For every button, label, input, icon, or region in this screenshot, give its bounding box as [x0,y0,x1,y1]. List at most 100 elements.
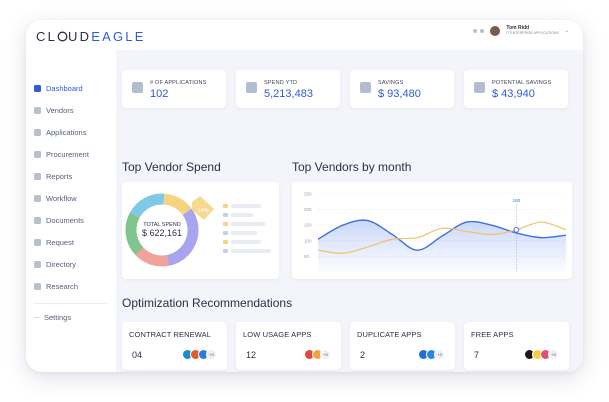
y-tick-label: 50 [304,254,310,259]
sidebar-item-dashboard[interactable]: Dashboard [26,77,116,99]
kpi-spend-ytd[interactable]: SPEND YTD 5,213,483 [236,70,340,108]
section-title-vendor-spend: Top Vendor Spend [122,160,221,174]
legend-swatch [223,222,228,226]
top-bar: CL UDEAGLE Tom Ridd IT ENTERPRISE APPLICA… [26,20,583,50]
sidebar-item-label: Reports [46,171,73,181]
legend-entry [231,231,257,235]
cart-icon [34,150,41,158]
sidebar-item-request[interactable]: Request [26,231,116,253]
sidebar-item-label: Directory [46,259,77,269]
optimization-card-count: 7 [474,350,480,360]
spend-icon [246,82,257,93]
sidebar-item-workflow[interactable]: Workflow [26,187,116,209]
sidebar-item-reports[interactable]: Reports [26,165,116,187]
sidebar-divider [34,303,108,304]
vendors-month-card[interactable]: 250 200 150 100 50 180 [292,182,572,279]
optimization-card-count: 12 [246,350,257,360]
chevron-down-icon[interactable]: ⌄ [565,28,569,34]
optimization-card-free-apps[interactable]: FREE APPS 7 +3 [464,322,569,370]
optimization-card-title: CONTRACT RENEWAL [129,330,212,339]
donut-chart: TOTAL SPEND $ 622,161 14% [125,193,271,267]
legend-swatch [223,231,228,235]
sidebar-item-applications[interactable]: Applications [26,121,116,143]
legend-swatch [223,240,228,244]
sidebar-item-documents[interactable]: Documents [26,209,116,231]
app-icons-group: +3 [418,349,445,360]
sidebar: Dashboard Vendors Applications Procurement R… [26,50,116,372]
optimization-card-title: LOW USAGE APPS [243,330,312,339]
user-menu[interactable]: Tom Ridd IT ENTERPRISE APPLICATIONS ⌄ [473,26,569,36]
section-title-optimization: Optimization Recommendations [122,296,293,310]
kpi-savings[interactable]: SAVINGS $ 93,480 [350,70,454,108]
potential-savings-icon [474,82,485,93]
y-tick-label: 100 [304,238,312,243]
legend-entry [231,222,265,226]
avatar [490,26,501,36]
kpi-potential-savings[interactable]: POTENTIAL SAVINGS $ 43,940 [464,70,568,108]
sidebar-item-directory[interactable]: Directory [26,253,116,275]
app-icons-group: +3 [524,349,559,360]
header-icons[interactable] [473,29,485,33]
more-dots-icon: ··· [34,312,40,322]
donut-callout-label: 14% [197,208,208,214]
more-apps-badge: +3 [206,349,217,360]
apps-icon [132,82,143,93]
sidebar-item-label: Dashboard [46,83,83,93]
legend-entry [231,204,261,208]
sidebar-item-vendors[interactable]: Vendors [26,99,116,121]
sidebar-item-procurement[interactable]: Procurement [26,143,116,165]
legend-swatch [223,249,228,253]
optimization-card-low-usage-apps[interactable]: LOW USAGE APPS 12 +3 [236,322,341,370]
more-apps-badge: +3 [548,349,559,360]
kpi-applications[interactable]: # OF APPLICATIONS 102 [122,70,226,108]
optimization-card-count: 2 [360,350,366,360]
savings-icon [360,82,371,93]
legend-swatch [223,204,228,208]
folder-icon [34,216,41,224]
workflow-icon [34,194,41,202]
app-icons-group: +3 [182,349,217,360]
donut-slice [125,212,144,255]
legend-entry [231,240,261,244]
optimization-card-title: DUPLICATE APPS [357,330,422,339]
sidebar-item-label: Request [46,237,74,247]
sidebar-item-label: Applications [46,127,87,137]
sidebar-item-label: Research [46,281,79,291]
more-apps-badge: +3 [320,349,331,360]
main-content: # OF APPLICATIONS 102 SPEND YTD 5,213,48… [116,50,583,372]
document-icon [34,172,41,180]
hover-point-label: 180 [513,198,521,203]
sidebar-item-research[interactable]: Research [26,275,116,297]
y-tick-label: 150 [304,223,312,228]
y-tick-label: 200 [304,207,312,212]
line-chart: 250 200 150 100 50 180 [304,192,567,272]
sidebar-item-label: Procurement [46,149,89,159]
legend-entry [231,249,271,253]
research-icon [34,282,41,290]
sidebar-item-label: Vendors [46,105,74,115]
legend-swatch [223,213,228,217]
donut-legend [223,204,271,253]
app-icons-group: +3 [304,349,331,360]
optimization-card-duplicate-apps[interactable]: DUPLICATE APPS 2 +3 [350,322,455,370]
optimization-card-contract-renewal[interactable]: CONTRACT RENEWAL 04 +3 [122,322,227,370]
sidebar-item-settings[interactable]: ··· Settings [26,308,116,326]
store-icon [34,106,41,114]
app-window: CL UDEAGLE Tom Ridd IT ENTERPRISE APPLICA… [26,20,583,372]
optimization-card-title: FREE APPS [471,330,514,339]
section-title-vendors-month: Top Vendors by month [292,160,412,174]
optimization-card-count: 04 [132,350,143,360]
user-role: IT ENTERPRISE APPLICATIONS [506,31,559,36]
y-tick-label: 250 [304,192,312,197]
vendor-spend-card[interactable]: TOTAL SPEND $ 622,161 14% [122,182,279,279]
home-icon [34,84,41,92]
hover-point [513,226,520,233]
sidebar-item-label: Workflow [46,193,77,203]
cloud-logo-icon [57,31,68,42]
sidebar-item-label: Documents [46,215,84,225]
directory-icon [34,260,41,268]
legend-entry [231,213,253,217]
logo: CL UDEAGLE [36,29,146,44]
donut-center-value: $ 622,161 [142,228,182,238]
request-icon [34,238,41,246]
